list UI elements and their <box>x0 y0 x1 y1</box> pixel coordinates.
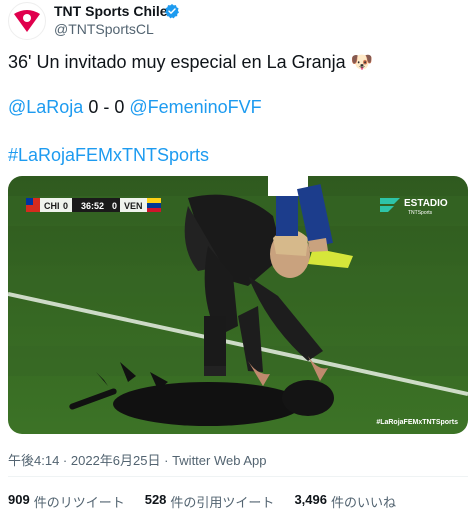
channel-name: ESTADIO <box>404 198 448 209</box>
tweet-time-link[interactable]: 午後4:14 <box>8 453 59 468</box>
quote-tweets-label: 件の引用ツイート <box>170 495 275 510</box>
tweet-text-line1: 36' Un invitado muy especial en La Granj… <box>8 51 373 73</box>
tweet-header: TNT Sports Chile @TNTSportsCL <box>0 0 474 44</box>
quote-tweets-count: 528 <box>144 492 167 507</box>
scoreboard-score1: 0 <box>63 201 68 211</box>
tweet-hashtag-line: #LaRojaFEMxTNTSports <box>8 144 209 166</box>
score-text: 0 - 0 <box>83 97 130 117</box>
divider <box>8 476 468 477</box>
video-media[interactable]: CHI 0 36:52 0 VEN ESTADIO TNTSports #LaR… <box>8 176 468 434</box>
tweet-source: Twitter Web App <box>172 453 267 468</box>
tweet-text: 36' Un invitado muy especial en La Granj… <box>8 52 346 72</box>
meta-separator: · <box>160 453 173 468</box>
retweets-count: 909 <box>8 492 30 507</box>
engagement-stats: 909 件のリツイート 528 件の引用ツイート 3,496 件のいいね <box>8 492 396 511</box>
meta-separator: · <box>59 453 71 468</box>
tweet-score-line: @LaRoja 0 - 0 @FemeninoFVF <box>8 96 262 118</box>
avatar[interactable] <box>8 2 46 40</box>
display-name[interactable]: TNT Sports Chile <box>54 3 168 19</box>
retweets-label: 件のリツイート <box>33 495 125 510</box>
tnt-sports-logo-icon <box>11 5 43 37</box>
scoreboard-clock: 36:52 <box>81 201 104 211</box>
verified-badge-icon <box>165 4 179 19</box>
scoreboard-score2: 0 <box>112 201 117 211</box>
hashtag-link[interactable]: #LaRojaFEMxTNTSports <box>8 145 209 165</box>
retweets-stat[interactable]: 909 件のリツイート <box>8 492 125 511</box>
quote-tweets-stat[interactable]: 528 件の引用ツイート <box>145 492 275 511</box>
match-frame-image: CHI 0 36:52 0 VEN ESTADIO TNTSports #LaR… <box>8 176 468 434</box>
likes-label: 件のいいね <box>330 495 396 510</box>
tweet-meta: 午後4:14 · 2022年6月25日 · Twitter Web App <box>8 450 266 469</box>
likes-count: 3,496 <box>294 492 327 507</box>
tweet-date-link[interactable]: 2022年6月25日 <box>71 453 161 468</box>
mention-femeninofvf-link[interactable]: @FemeninoFVF <box>129 97 261 117</box>
likes-stat[interactable]: 3,496 件のいいね <box>294 492 396 511</box>
scoreboard-team2: VEN <box>124 201 143 211</box>
scoreboard-team1: CHI <box>44 201 60 211</box>
channel-sub: TNTSports <box>408 210 433 216</box>
handle[interactable]: @TNTSportsCL <box>54 21 154 37</box>
dog-emoji-icon: 🐶 <box>350 52 374 72</box>
video-watermark: #LaRojaFEMxTNTSports <box>376 419 458 426</box>
mention-laroja-link[interactable]: @LaRoja <box>8 97 83 117</box>
